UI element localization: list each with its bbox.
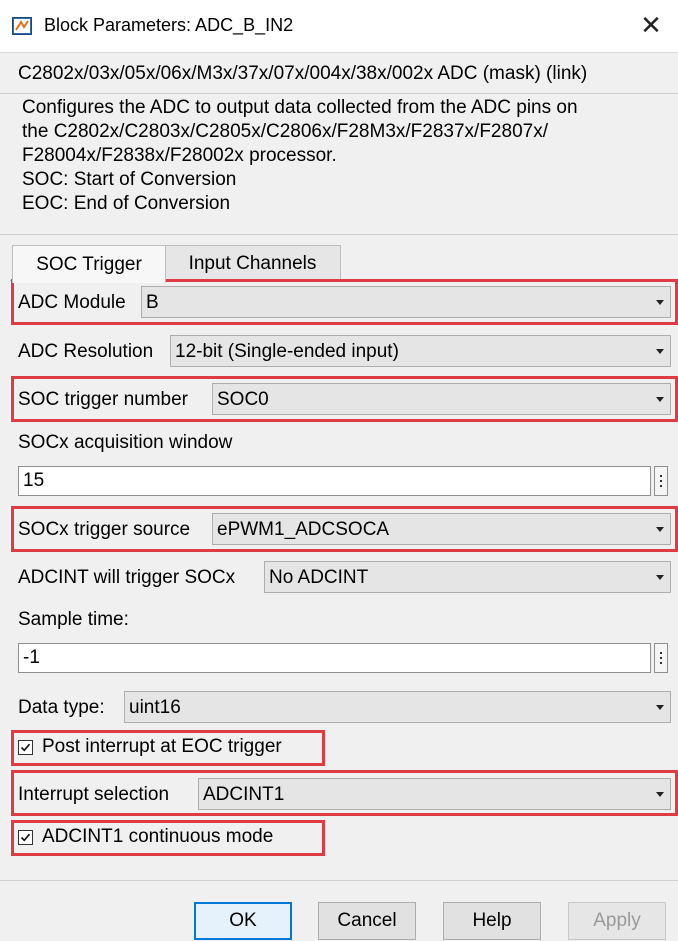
chevron-down-icon [656,527,664,532]
adcint-trigger-value: No ADCINT [269,567,369,588]
checkmark-icon [20,833,31,842]
parameter-options-button[interactable] [654,466,668,496]
description-line: F28004x/F2838x/F28002x processor. [22,145,337,166]
socx-acquisition-window-label: SOCx acquisition window [18,432,233,453]
parameter-options-button[interactable] [654,643,668,673]
description-line: Configures the ADC to output data collec… [22,97,578,118]
chevron-down-icon [656,575,664,580]
adc-module-dropdown[interactable]: B [141,286,671,318]
mask-header: C2802x/03x/05x/06x/M3x/37x/07x/004x/38x/… [0,53,678,94]
description-line: SOC: Start of Conversion [22,169,237,190]
interrupt-selection-dropdown[interactable]: ADCINT1 [198,778,671,810]
description-line: the C2802x/C2803x/C2805x/C2806x/F28M3x/F… [22,121,548,142]
description-panel: Configures the ADC to output data collec… [0,94,678,235]
continuous-mode-checkbox[interactable] [18,830,33,845]
chevron-down-icon [656,349,664,354]
sample-time-field[interactable] [18,643,651,673]
sample-time-input[interactable] [19,644,650,672]
chevron-down-icon [656,397,664,402]
adc-module-label: ADC Module [18,292,126,313]
data-type-dropdown[interactable]: uint16 [124,691,671,723]
mask-header-text: C2802x/03x/05x/06x/M3x/37x/07x/004x/38x/… [18,63,588,84]
help-button[interactable]: Help [443,902,541,940]
adc-module-value: B [146,292,159,313]
socx-trigger-source-value: ePWM1_ADCSOCA [217,519,390,540]
adc-resolution-value: 12-bit (Single-ended input) [175,341,399,362]
interrupt-selection-value: ADCINT1 [203,784,285,805]
more-vertical-icon [660,652,662,664]
chevron-down-icon [656,792,664,797]
checkmark-icon [20,743,31,752]
more-vertical-icon [660,475,662,487]
title-bar: Block Parameters: ADC_B_IN2 ✕ [0,0,678,53]
socx-trigger-source-label: SOCx trigger source [18,519,191,540]
data-type-label: Data type: [18,697,105,718]
sample-time-label: Sample time: [18,609,129,630]
continuous-mode-label: ADCINT1 continuous mode [42,826,274,847]
chevron-down-icon [656,300,664,305]
soc-trigger-number-value: SOC0 [217,389,269,410]
post-interrupt-label: Post interrupt at EOC trigger [42,736,282,757]
ok-button[interactable]: OK [194,902,292,940]
post-interrupt-checkbox[interactable] [18,740,33,755]
window-title: Block Parameters: ADC_B_IN2 [44,15,294,35]
tab-soc-trigger[interactable]: SOC Trigger [12,245,166,283]
close-icon[interactable]: ✕ [636,10,666,40]
adc-resolution-label: ADC Resolution [18,341,154,362]
tab-input-channels[interactable]: Input Channels [164,245,341,282]
interrupt-selection-label: Interrupt selection [18,784,170,805]
socx-acquisition-window-field[interactable] [18,466,651,496]
socx-acquisition-window-input[interactable] [19,467,650,495]
soc-trigger-number-label: SOC trigger number [18,389,189,410]
cancel-button[interactable]: Cancel [318,902,416,940]
divider [0,880,678,881]
chevron-down-icon [656,705,664,710]
simulink-block-icon [12,17,32,35]
apply-button[interactable]: Apply [568,902,666,940]
soc-trigger-number-dropdown[interactable]: SOC0 [212,383,671,415]
adc-resolution-dropdown[interactable]: 12-bit (Single-ended input) [170,335,671,367]
adcint-trigger-label: ADCINT will trigger SOCx [18,567,236,588]
adcint-trigger-dropdown[interactable]: No ADCINT [264,561,671,593]
description-line: EOC: End of Conversion [22,193,231,214]
data-type-value: uint16 [129,697,181,718]
socx-trigger-source-dropdown[interactable]: ePWM1_ADCSOCA [212,513,671,545]
